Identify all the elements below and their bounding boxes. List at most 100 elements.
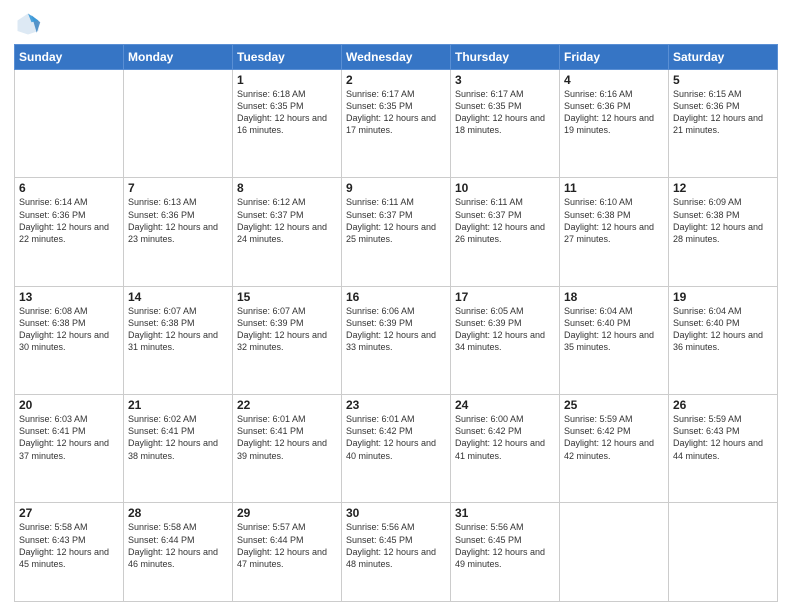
day-info: Sunrise: 6:05 AM Sunset: 6:39 PM Dayligh… <box>455 305 555 354</box>
day-number: 21 <box>128 398 228 412</box>
day-number: 19 <box>673 290 773 304</box>
day-number: 10 <box>455 181 555 195</box>
day-info: Sunrise: 6:08 AM Sunset: 6:38 PM Dayligh… <box>19 305 119 354</box>
day-number: 23 <box>346 398 446 412</box>
day-number: 24 <box>455 398 555 412</box>
day-cell: 11Sunrise: 6:10 AM Sunset: 6:38 PM Dayli… <box>560 178 669 286</box>
day-cell <box>560 503 669 602</box>
day-number: 9 <box>346 181 446 195</box>
week-row-1: 1Sunrise: 6:18 AM Sunset: 6:35 PM Daylig… <box>15 70 778 178</box>
day-cell: 6Sunrise: 6:14 AM Sunset: 6:36 PM Daylig… <box>15 178 124 286</box>
day-info: Sunrise: 5:56 AM Sunset: 6:45 PM Dayligh… <box>346 521 446 570</box>
day-info: Sunrise: 6:07 AM Sunset: 6:39 PM Dayligh… <box>237 305 337 354</box>
day-number: 4 <box>564 73 664 87</box>
day-number: 6 <box>19 181 119 195</box>
day-number: 8 <box>237 181 337 195</box>
day-cell: 8Sunrise: 6:12 AM Sunset: 6:37 PM Daylig… <box>233 178 342 286</box>
day-cell: 25Sunrise: 5:59 AM Sunset: 6:42 PM Dayli… <box>560 395 669 503</box>
day-cell: 2Sunrise: 6:17 AM Sunset: 6:35 PM Daylig… <box>342 70 451 178</box>
day-info: Sunrise: 6:03 AM Sunset: 6:41 PM Dayligh… <box>19 413 119 462</box>
day-info: Sunrise: 6:04 AM Sunset: 6:40 PM Dayligh… <box>673 305 773 354</box>
day-cell: 18Sunrise: 6:04 AM Sunset: 6:40 PM Dayli… <box>560 286 669 394</box>
day-number: 30 <box>346 506 446 520</box>
day-info: Sunrise: 5:59 AM Sunset: 6:42 PM Dayligh… <box>564 413 664 462</box>
day-cell: 21Sunrise: 6:02 AM Sunset: 6:41 PM Dayli… <box>124 395 233 503</box>
col-header-sunday: Sunday <box>15 45 124 70</box>
day-cell: 13Sunrise: 6:08 AM Sunset: 6:38 PM Dayli… <box>15 286 124 394</box>
day-cell: 12Sunrise: 6:09 AM Sunset: 6:38 PM Dayli… <box>669 178 778 286</box>
week-row-3: 13Sunrise: 6:08 AM Sunset: 6:38 PM Dayli… <box>15 286 778 394</box>
day-cell: 17Sunrise: 6:05 AM Sunset: 6:39 PM Dayli… <box>451 286 560 394</box>
day-number: 3 <box>455 73 555 87</box>
day-number: 13 <box>19 290 119 304</box>
day-info: Sunrise: 6:09 AM Sunset: 6:38 PM Dayligh… <box>673 196 773 245</box>
day-info: Sunrise: 6:04 AM Sunset: 6:40 PM Dayligh… <box>564 305 664 354</box>
col-header-wednesday: Wednesday <box>342 45 451 70</box>
day-number: 26 <box>673 398 773 412</box>
col-header-tuesday: Tuesday <box>233 45 342 70</box>
day-cell: 22Sunrise: 6:01 AM Sunset: 6:41 PM Dayli… <box>233 395 342 503</box>
day-info: Sunrise: 5:57 AM Sunset: 6:44 PM Dayligh… <box>237 521 337 570</box>
col-header-monday: Monday <box>124 45 233 70</box>
day-info: Sunrise: 6:10 AM Sunset: 6:38 PM Dayligh… <box>564 196 664 245</box>
day-cell: 7Sunrise: 6:13 AM Sunset: 6:36 PM Daylig… <box>124 178 233 286</box>
day-cell: 24Sunrise: 6:00 AM Sunset: 6:42 PM Dayli… <box>451 395 560 503</box>
day-cell: 30Sunrise: 5:56 AM Sunset: 6:45 PM Dayli… <box>342 503 451 602</box>
day-cell: 26Sunrise: 5:59 AM Sunset: 6:43 PM Dayli… <box>669 395 778 503</box>
day-cell: 4Sunrise: 6:16 AM Sunset: 6:36 PM Daylig… <box>560 70 669 178</box>
day-number: 28 <box>128 506 228 520</box>
day-cell: 23Sunrise: 6:01 AM Sunset: 6:42 PM Dayli… <box>342 395 451 503</box>
day-number: 17 <box>455 290 555 304</box>
day-number: 22 <box>237 398 337 412</box>
calendar-table: SundayMondayTuesdayWednesdayThursdayFrid… <box>14 44 778 602</box>
col-header-friday: Friday <box>560 45 669 70</box>
day-cell: 19Sunrise: 6:04 AM Sunset: 6:40 PM Dayli… <box>669 286 778 394</box>
week-row-4: 20Sunrise: 6:03 AM Sunset: 6:41 PM Dayli… <box>15 395 778 503</box>
day-info: Sunrise: 6:06 AM Sunset: 6:39 PM Dayligh… <box>346 305 446 354</box>
day-number: 25 <box>564 398 664 412</box>
page: SundayMondayTuesdayWednesdayThursdayFrid… <box>0 0 792 612</box>
day-cell <box>15 70 124 178</box>
logo <box>14 10 44 38</box>
day-number: 11 <box>564 181 664 195</box>
day-cell: 20Sunrise: 6:03 AM Sunset: 6:41 PM Dayli… <box>15 395 124 503</box>
day-number: 27 <box>19 506 119 520</box>
col-header-saturday: Saturday <box>669 45 778 70</box>
day-info: Sunrise: 6:14 AM Sunset: 6:36 PM Dayligh… <box>19 196 119 245</box>
day-info: Sunrise: 5:59 AM Sunset: 6:43 PM Dayligh… <box>673 413 773 462</box>
day-cell: 16Sunrise: 6:06 AM Sunset: 6:39 PM Dayli… <box>342 286 451 394</box>
day-info: Sunrise: 6:11 AM Sunset: 6:37 PM Dayligh… <box>346 196 446 245</box>
day-info: Sunrise: 6:17 AM Sunset: 6:35 PM Dayligh… <box>346 88 446 137</box>
day-cell: 15Sunrise: 6:07 AM Sunset: 6:39 PM Dayli… <box>233 286 342 394</box>
day-cell: 31Sunrise: 5:56 AM Sunset: 6:45 PM Dayli… <box>451 503 560 602</box>
day-info: Sunrise: 6:01 AM Sunset: 6:41 PM Dayligh… <box>237 413 337 462</box>
day-number: 1 <box>237 73 337 87</box>
day-cell: 1Sunrise: 6:18 AM Sunset: 6:35 PM Daylig… <box>233 70 342 178</box>
day-info: Sunrise: 6:11 AM Sunset: 6:37 PM Dayligh… <box>455 196 555 245</box>
day-number: 14 <box>128 290 228 304</box>
day-number: 31 <box>455 506 555 520</box>
day-number: 7 <box>128 181 228 195</box>
day-cell: 9Sunrise: 6:11 AM Sunset: 6:37 PM Daylig… <box>342 178 451 286</box>
day-info: Sunrise: 6:07 AM Sunset: 6:38 PM Dayligh… <box>128 305 228 354</box>
header-row: SundayMondayTuesdayWednesdayThursdayFrid… <box>15 45 778 70</box>
day-info: Sunrise: 6:01 AM Sunset: 6:42 PM Dayligh… <box>346 413 446 462</box>
day-info: Sunrise: 5:58 AM Sunset: 6:44 PM Dayligh… <box>128 521 228 570</box>
day-info: Sunrise: 6:15 AM Sunset: 6:36 PM Dayligh… <box>673 88 773 137</box>
day-cell <box>669 503 778 602</box>
day-cell: 10Sunrise: 6:11 AM Sunset: 6:37 PM Dayli… <box>451 178 560 286</box>
day-cell <box>124 70 233 178</box>
day-info: Sunrise: 6:17 AM Sunset: 6:35 PM Dayligh… <box>455 88 555 137</box>
week-row-2: 6Sunrise: 6:14 AM Sunset: 6:36 PM Daylig… <box>15 178 778 286</box>
col-header-thursday: Thursday <box>451 45 560 70</box>
day-cell: 28Sunrise: 5:58 AM Sunset: 6:44 PM Dayli… <box>124 503 233 602</box>
day-cell: 3Sunrise: 6:17 AM Sunset: 6:35 PM Daylig… <box>451 70 560 178</box>
day-number: 5 <box>673 73 773 87</box>
day-info: Sunrise: 6:13 AM Sunset: 6:36 PM Dayligh… <box>128 196 228 245</box>
day-info: Sunrise: 6:18 AM Sunset: 6:35 PM Dayligh… <box>237 88 337 137</box>
day-cell: 27Sunrise: 5:58 AM Sunset: 6:43 PM Dayli… <box>15 503 124 602</box>
day-number: 16 <box>346 290 446 304</box>
day-info: Sunrise: 5:58 AM Sunset: 6:43 PM Dayligh… <box>19 521 119 570</box>
day-info: Sunrise: 6:16 AM Sunset: 6:36 PM Dayligh… <box>564 88 664 137</box>
day-info: Sunrise: 6:12 AM Sunset: 6:37 PM Dayligh… <box>237 196 337 245</box>
